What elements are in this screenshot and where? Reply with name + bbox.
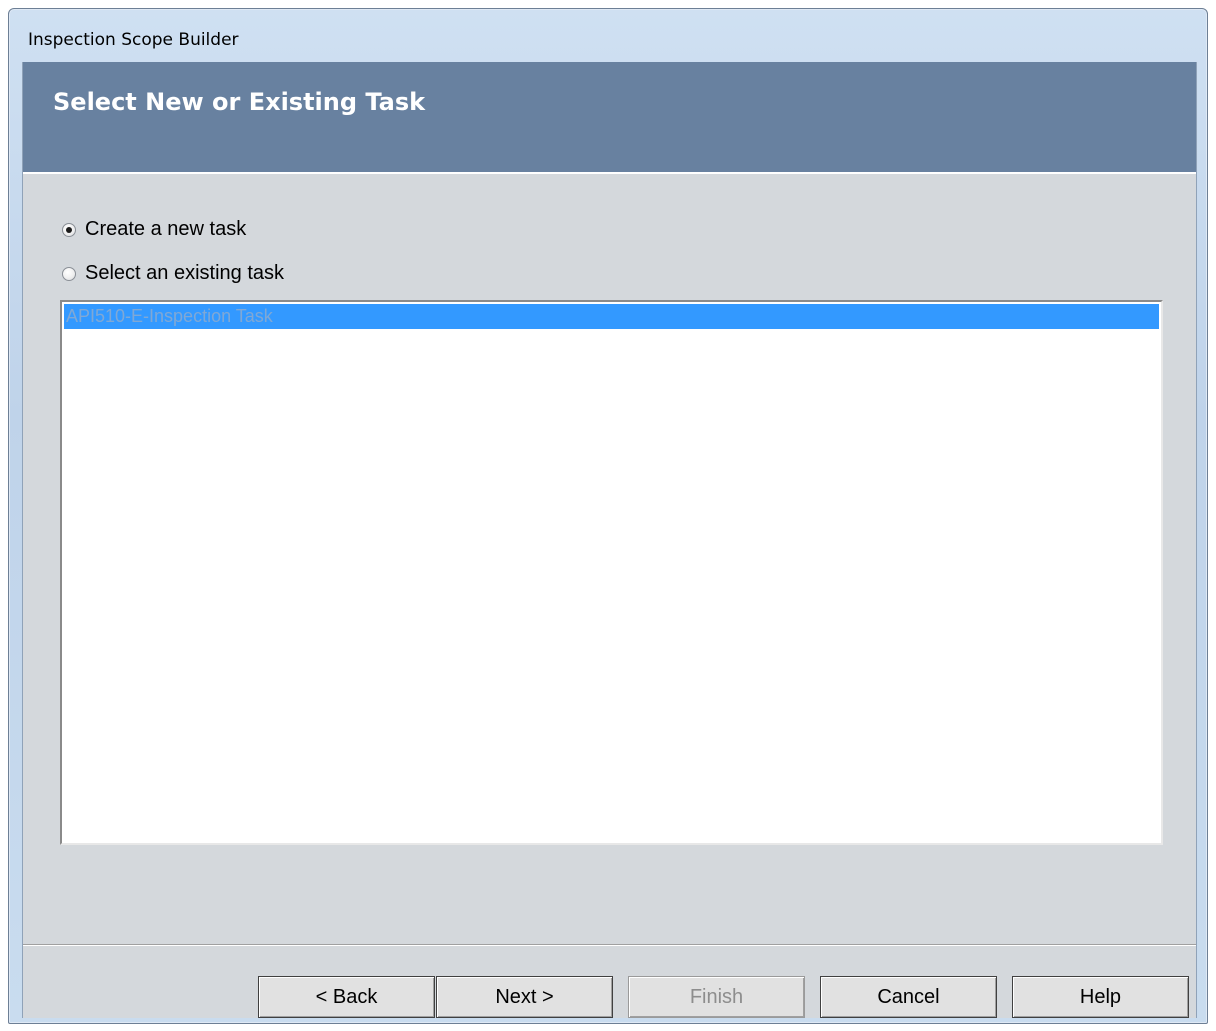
next-button[interactable]: Next > [436, 976, 613, 1018]
existing-task-list[interactable]: API510-E-Inspection Task [60, 300, 1163, 845]
radio-dot-icon [66, 226, 72, 233]
title-bar[interactable]: Inspection Scope Builder [9, 9, 1207, 65]
finish-button[interactable]: Finish [628, 976, 805, 1018]
help-button[interactable]: Help [1012, 976, 1189, 1018]
radio-unselected-icon[interactable] [62, 266, 76, 281]
radio-create-new-task[interactable]: Create a new task [62, 218, 246, 241]
footer-divider [23, 944, 1196, 946]
cancel-button[interactable]: Cancel [820, 976, 997, 1018]
window-title: Inspection Scope Builder [28, 30, 239, 50]
radio-select-existing-label[interactable]: Select an existing task [85, 262, 284, 285]
wizard-window: Inspection Scope Builder Select New or E… [8, 8, 1208, 1024]
list-item[interactable]: API510-E-Inspection Task [64, 304, 1159, 329]
back-button[interactable]: < Back [258, 976, 435, 1018]
radio-selected-icon[interactable] [62, 222, 76, 237]
radio-create-new-label[interactable]: Create a new task [85, 218, 246, 241]
wizard-header: Select New or Existing Task [23, 62, 1196, 174]
radio-select-existing-task[interactable]: Select an existing task [62, 262, 284, 285]
page-title: Select New or Existing Task [53, 88, 426, 116]
wizard-client-area: Select New or Existing Task Create a new… [22, 62, 1197, 1018]
